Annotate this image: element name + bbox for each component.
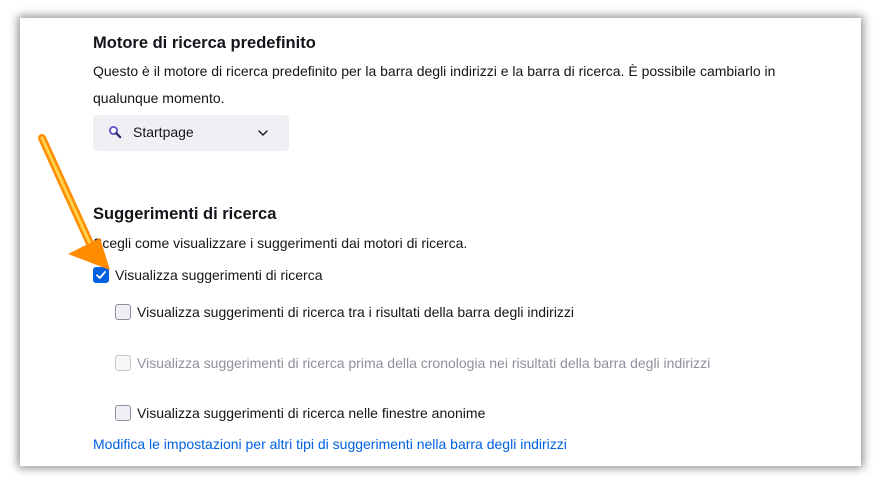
suggestions-private-windows-checkbox[interactable] [115, 405, 131, 421]
startpage-magnifier-icon [109, 126, 122, 139]
suggestions-in-address-bar-checkbox[interactable] [115, 304, 131, 320]
checkmark-icon [96, 271, 106, 279]
option-suggestions-before-history: Visualizza suggerimenti di ricerca prima… [115, 354, 757, 377]
suggestions-private-windows-label: Visualizza suggerimenti di ricerca nelle… [137, 405, 486, 421]
default-engine-description: Questo è il motore di ricerca predefinit… [93, 63, 776, 106]
address-bar-suggestions-settings-link[interactable]: Modifica le impostazioni per altri tipi … [93, 436, 567, 452]
show-suggestions-label: Visualizza suggerimenti di ricerca [115, 267, 323, 283]
option-suggestions-in-address-bar[interactable]: Visualizza suggerimenti di ricerca tra i… [115, 303, 574, 322]
search-suggestions-heading: Suggerimenti di ricerca [93, 205, 277, 223]
suggestions-in-address-bar-label: Visualizza suggerimenti di ricerca tra i… [137, 304, 575, 320]
search-suggestions-description: Scegli come visualizzare i suggerimenti … [93, 235, 468, 251]
selected-engine-label: Startpage [133, 124, 194, 140]
default-engine-heading: Motore di ricerca predefinito [93, 34, 316, 52]
suggestions-before-history-label: Visualizza suggerimenti di ricerca prima… [137, 355, 711, 371]
preferences-panel: Motore di ricerca predefinito Questo è i… [20, 18, 861, 466]
suggestions-before-history-checkbox [115, 355, 131, 371]
option-suggestions-private-windows[interactable]: Visualizza suggerimenti di ricerca nelle… [115, 404, 485, 423]
search-engine-dropdown[interactable]: Startpage [93, 115, 289, 151]
chevron-down-icon [258, 130, 268, 136]
show-suggestions-checkbox[interactable] [93, 267, 109, 283]
option-show-suggestions[interactable]: Visualizza suggerimenti di ricerca [93, 266, 323, 285]
